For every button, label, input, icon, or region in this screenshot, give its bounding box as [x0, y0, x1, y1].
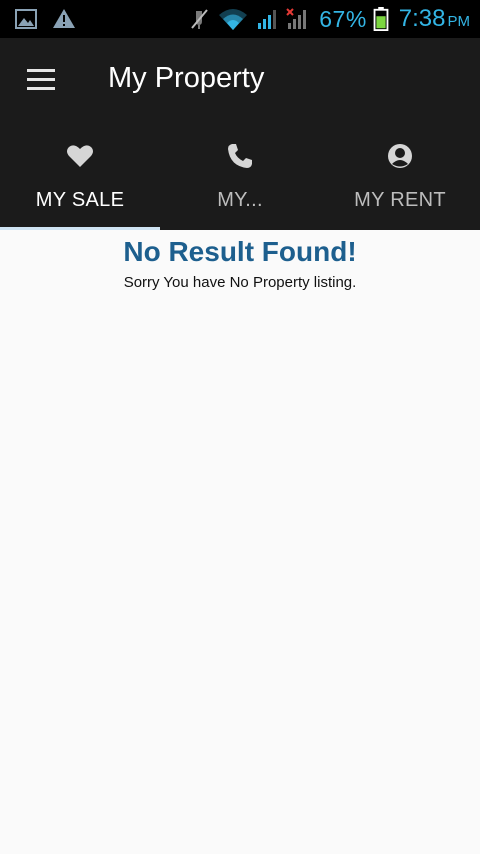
tab-my-call[interactable]: MY...: [160, 124, 320, 230]
screen: 67% 7:38 PM My Property MY SALE MY... MY…: [0, 0, 480, 854]
gallery-icon: [15, 9, 37, 29]
tab-my-rent[interactable]: MY RENT: [320, 124, 480, 230]
battery-icon: [373, 7, 389, 31]
warning-icon: [53, 9, 75, 28]
heart-icon: [67, 145, 93, 167]
signal-no-data-icon: [286, 8, 307, 29]
tab-bar: MY SALE MY... MY RENT: [0, 124, 480, 230]
tab-my-rent-label: MY RENT: [354, 189, 446, 211]
status-bar: 67% 7:38 PM: [0, 0, 480, 38]
mute-icon: [191, 9, 209, 29]
tab-my-sale[interactable]: MY SALE: [0, 124, 160, 230]
clock-time: 7:38: [398, 5, 446, 32]
tab-my-call-label: MY...: [217, 189, 263, 211]
action-bar: My Property: [0, 38, 480, 124]
person-icon: [388, 144, 412, 168]
content-area: No Result Found! Sorry You have No Prope…: [0, 230, 480, 854]
page-title: My Property: [108, 62, 265, 94]
battery-percent: 67%: [319, 5, 367, 32]
tab-my-sale-label: MY SALE: [35, 189, 125, 211]
phone-icon: [228, 144, 252, 168]
hamburger-menu-icon[interactable]: [20, 64, 60, 98]
empty-state-message: Sorry You have No Property listing.: [123, 274, 357, 291]
clock: 7:38 PM: [399, 5, 470, 33]
status-bar-right: 67% 7:38 PM: [187, 0, 470, 38]
status-bar-left: [14, 7, 76, 31]
wifi-icon: [219, 9, 248, 30]
clock-ampm: PM: [447, 13, 471, 30]
empty-state-title: No Result Found!: [123, 236, 357, 267]
signal-icon: [258, 10, 277, 29]
